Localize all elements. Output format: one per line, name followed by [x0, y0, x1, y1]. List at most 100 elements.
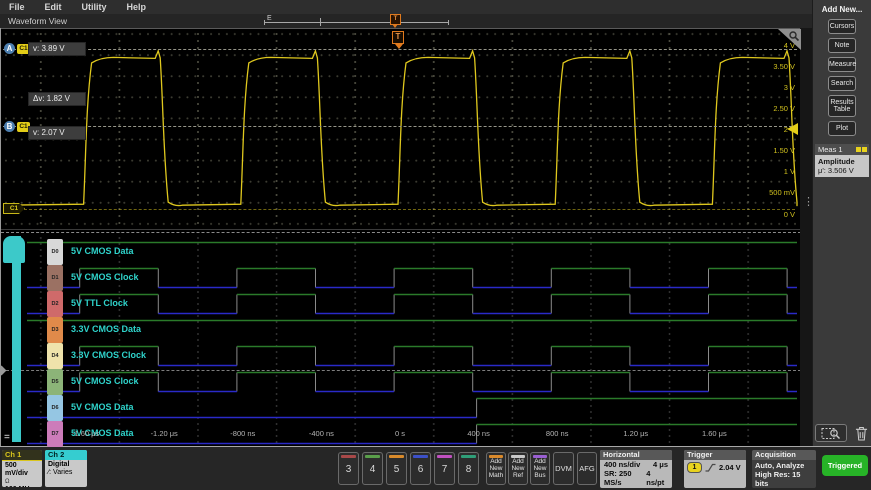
record-view-bar[interactable]	[264, 20, 449, 25]
ch1-badge[interactable]: Ch 1 500 mV/div Ω 100 MHz	[2, 450, 42, 487]
channel-6-button[interactable]: 6	[410, 452, 431, 485]
channel-3-button[interactable]: 3	[338, 452, 359, 485]
digital-row-d2[interactable]: D2 5V TTL Clock	[1, 293, 801, 317]
add-new-bus-button[interactable]: Add New Bus	[530, 452, 550, 485]
digital-graticule[interactable]: = D05V CMOS DataD15V CMOS ClockD25V TTL …	[1, 232, 801, 446]
horizontal-value: 4 μs	[653, 460, 668, 469]
cursors-button[interactable]: Cursors	[828, 19, 856, 34]
add-new-math-button[interactable]: Add New Math	[486, 452, 506, 485]
bottom-bar: Ch 1 500 mV/div Ω 100 MHz Ch 2 Digital ∕…	[0, 446, 871, 490]
digital-wave-d6	[25, 397, 797, 419]
measurement-card-header[interactable]: Meas 1	[815, 144, 869, 155]
channel-7-button[interactable]: 7	[434, 452, 455, 485]
digital-group-grab-tab[interactable]	[3, 236, 25, 263]
record-view-start-label: E	[267, 15, 272, 22]
menu-bar: File Edit Utility Help	[0, 0, 871, 14]
digital-row-d3[interactable]: D3 3.3V CMOS Data	[1, 319, 801, 343]
channel-button-label: 4	[363, 458, 382, 482]
digital-channel-badge-d3[interactable]: D3	[47, 317, 63, 343]
acquisition-badge[interactable]: Acquisition Auto, Analyze High Res: 15 b…	[752, 450, 816, 488]
digital-channel-label: 3.3V CMOS Clock	[71, 350, 146, 360]
digital-wave-d5	[25, 371, 797, 393]
digital-channel-label: 5V TTL Clock	[71, 298, 128, 308]
digital-group-grip-icon[interactable]: =	[4, 432, 10, 443]
horizontal-value: 400 ns/div	[604, 460, 640, 469]
cursor-a-line[interactable]	[3, 49, 797, 50]
time-axis-label: 400 ns	[451, 429, 507, 438]
ch1-trace[interactable]	[1, 29, 801, 231]
digital-channel-badge-d0[interactable]: D0	[47, 239, 63, 265]
digital-group-bar[interactable]	[12, 236, 21, 442]
digital-channel-badge-d4[interactable]: D4	[47, 343, 63, 369]
digital-channel-badge-d6[interactable]: D6	[47, 395, 63, 421]
measure-button[interactable]: Measure	[828, 57, 856, 72]
add-new-ref-button[interactable]: Add New Ref	[508, 452, 528, 485]
digital-row-d1[interactable]: D15V CMOS Clock	[1, 267, 801, 291]
channel-button-label: 5	[387, 458, 406, 482]
digital-row-d0[interactable]: D05V CMOS Data	[1, 241, 801, 265]
time-axis-label: -400 ns	[293, 429, 349, 438]
cursor-b-line[interactable]	[3, 126, 797, 127]
ch1-ground-line	[19, 209, 795, 210]
tab-waveform-view[interactable]: Waveform View	[8, 16, 67, 26]
ch1-bandwidth: 100 MHz	[5, 486, 39, 487]
tab-bar: Waveform View E T	[0, 14, 812, 29]
afg-button[interactable]: AFG	[577, 452, 597, 485]
voltage-scale-label: 500 mV	[745, 188, 795, 197]
trigger-status-button[interactable]: Triggered	[822, 455, 868, 476]
horizontal-badge[interactable]: Horizontal 400 ns/div 4 μsSR: 250 MS/s4 n…	[600, 450, 672, 488]
cursor-delta-readout: Δv: 1.82 V	[28, 92, 86, 106]
measurement-source-color-icon	[856, 147, 867, 152]
horizontal-badge-header: Horizontal	[600, 450, 672, 460]
rising-slope-icon	[705, 463, 716, 472]
measurement-card[interactable]: Meas 1 Amplitude μ': 3.506 V	[815, 144, 869, 177]
delete-button[interactable]	[853, 424, 870, 442]
voltage-scale-label: 3.50 V	[745, 62, 795, 71]
ch2-badge[interactable]: Ch 2 Digital ∕: Varies	[45, 450, 87, 487]
channel-8-button[interactable]: 8	[458, 452, 479, 485]
time-axis-label: 800 ns	[529, 429, 585, 438]
digital-channel-label: 5V CMOS Data	[71, 402, 134, 412]
digital-row-d5[interactable]: D55V CMOS Clock	[1, 371, 801, 395]
note-button[interactable]: Note	[828, 38, 856, 53]
menu-file[interactable]: File	[9, 2, 25, 12]
horizontal-info-row: RL: 1 kpts50%	[600, 487, 672, 488]
horizontal-value: RL: 1 kpts	[604, 487, 640, 488]
menu-edit[interactable]: Edit	[45, 2, 62, 12]
horizontal-info-row: SR: 250 MS/s4 ns/pt	[600, 469, 672, 487]
channel-5-button[interactable]: 5	[386, 452, 407, 485]
measurement-value: μ': 3.506 V	[818, 166, 866, 175]
waveform-region: A C1 v: 3.89 V Δv: 1.82 V B C1 v: 2.07 V…	[0, 28, 800, 446]
search-button[interactable]: Search	[828, 76, 856, 91]
digital-channel-badge-d2[interactable]: D2	[47, 291, 63, 317]
digital-channel-label: 3.3V CMOS Data	[71, 324, 141, 334]
add-new-title: Add New...	[813, 5, 871, 14]
channel-button-label: 7	[435, 458, 454, 482]
menu-utility[interactable]: Utility	[82, 2, 107, 12]
horizontal-value: SR: 250 MS/s	[604, 469, 646, 487]
trigger-badge[interactable]: Trigger 1 2.04 V	[684, 450, 746, 488]
channel-4-button[interactable]: 4	[362, 452, 383, 485]
digital-row-d6[interactable]: D6 5V CMOS Data	[1, 397, 801, 421]
menu-help[interactable]: Help	[127, 2, 147, 12]
panel-splitter[interactable]: ⋮	[800, 28, 812, 446]
plot-button[interactable]: Plot	[828, 121, 856, 136]
results-table-button[interactable]: Results Table	[828, 95, 856, 117]
time-axis-label: 1.60 μs	[686, 429, 742, 438]
add-button-label: Add New Math	[487, 458, 505, 479]
dvm-button[interactable]: DVM	[553, 452, 574, 485]
digital-channel-badge-d5[interactable]: D5	[47, 369, 63, 395]
digital-row-d4[interactable]: D4 3.3V CMOS Clock	[1, 345, 801, 369]
voltage-scale-label: 1.50 V	[745, 146, 795, 155]
time-axis-label: 1.20 μs	[608, 429, 664, 438]
trigger-position-flag[interactable]: T	[392, 31, 404, 44]
voltage-scale-label: 4 V	[745, 41, 795, 50]
ch1-impedance-icon: Ω	[5, 478, 39, 486]
time-axis-label: 0 s	[372, 429, 428, 438]
analog-graticule[interactable]: A C1 v: 3.89 V Δv: 1.82 V B C1 v: 2.07 V…	[1, 28, 801, 230]
digital-channel-badge-d1[interactable]: D1	[47, 265, 63, 291]
trigger-level-arrow-icon[interactable]	[787, 123, 798, 135]
voltage-scale-label: 3 V	[745, 83, 795, 92]
cursor-a-readout: v: 3.89 V	[28, 42, 86, 56]
zoom-mode-button[interactable]	[815, 424, 847, 442]
